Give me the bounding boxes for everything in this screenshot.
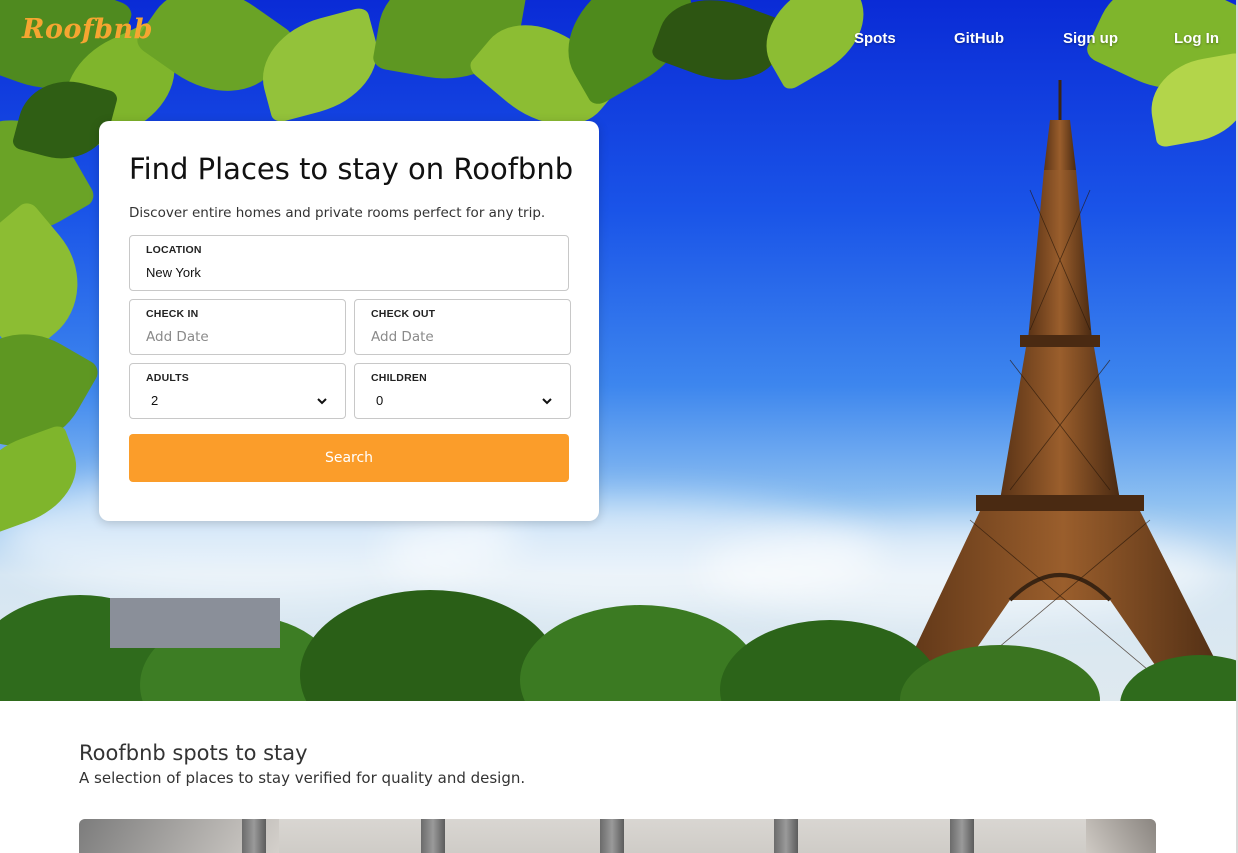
adults-value[interactable]: 2 [151,393,158,408]
check-out-input[interactable]: Add Date [371,329,434,345]
spot-card-image[interactable] [79,819,1156,853]
nav-link-log-in[interactable]: Log In [1174,30,1219,47]
adults-label: ADULTS [146,372,190,384]
chevron-down-icon[interactable] [315,394,329,408]
search-card-subtitle: Discover entire homes and private rooms … [129,205,546,221]
search-card-title: Find Places to stay on Roofbnb [129,152,574,186]
children-select[interactable]: CHILDREN 0 [354,363,571,419]
logo[interactable]: Roofbnb [22,14,153,45]
check-in-field[interactable]: CHECK IN Add Date [129,299,346,355]
search-card: Find Places to stay on Roofbnb Discover … [99,121,599,521]
search-button[interactable]: Search [129,434,569,482]
adults-select[interactable]: ADULTS 2 [129,363,346,419]
nav-link-github[interactable]: GitHub [954,30,1004,47]
check-out-field[interactable]: CHECK OUT Add Date [354,299,571,355]
children-label: CHILDREN [371,372,427,384]
nav-link-spots[interactable]: Spots [854,30,896,47]
spots-section-subtitle: A selection of places to stay verified f… [79,769,526,787]
check-in-label: CHECK IN [146,308,199,320]
location-field[interactable]: LOCATION New York [129,235,569,291]
nav-link-sign-up[interactable]: Sign up [1063,30,1118,47]
check-in-input[interactable]: Add Date [146,329,209,345]
check-out-label: CHECK OUT [371,308,436,320]
location-label: LOCATION [146,244,202,256]
spots-section-title: Roofbnb spots to stay [79,741,308,765]
chevron-down-icon[interactable] [540,394,554,408]
children-value[interactable]: 0 [376,393,383,408]
location-input[interactable]: New York [146,265,201,280]
